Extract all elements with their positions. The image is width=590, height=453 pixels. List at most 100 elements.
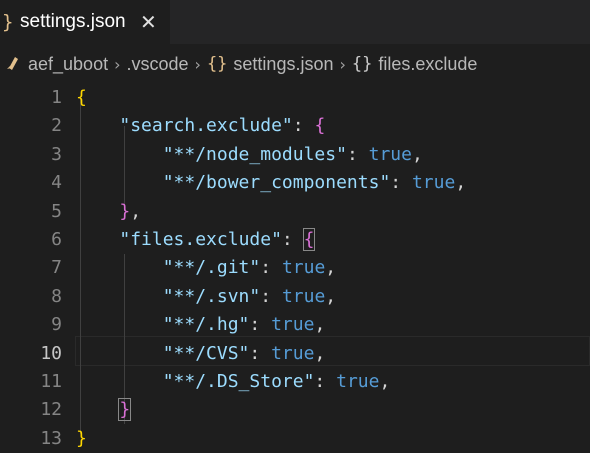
- code-token: :: [292, 115, 315, 137]
- code-token: "**/.git": [162, 257, 261, 279]
- code-text: "files.exclude": {: [76, 226, 316, 254]
- code-token: ,: [314, 314, 326, 336]
- code-token: }: [76, 427, 87, 449]
- code-token: :: [346, 143, 369, 165]
- code-token: ,: [411, 143, 423, 165]
- code-token: "files.exclude": [119, 229, 282, 250]
- line-number: 11: [40, 371, 62, 392]
- code-line[interactable]: 12 }: [0, 396, 590, 424]
- code-token: "**/node_modules": [162, 143, 347, 165]
- code-token: :: [249, 314, 272, 336]
- line-number: 2: [51, 115, 62, 137]
- code-text: {: [76, 84, 87, 112]
- code-token: ,: [325, 285, 337, 307]
- breadcrumb-subfolder[interactable]: .vscode: [126, 54, 188, 75]
- code-text: "search.exclude": {: [76, 112, 325, 140]
- code-token: ,: [455, 172, 467, 194]
- code-token: "search.exclude": [119, 115, 293, 137]
- tab-bar: } settings.json ✕: [0, 0, 590, 44]
- code-line[interactable]: 2 "search.exclude": {: [0, 112, 590, 140]
- code-line[interactable]: 1{: [0, 84, 590, 112]
- code-text: "**/.hg": true,: [76, 311, 326, 339]
- line-number: 1: [51, 87, 62, 108]
- code-token: }: [119, 200, 131, 222]
- code-text: "**/bower_components": true,: [76, 169, 466, 197]
- code-text: }: [76, 396, 132, 424]
- code-token: "**/.DS_Store": [162, 371, 315, 392]
- line-number: 3: [51, 143, 62, 165]
- code-token: :: [249, 342, 272, 364]
- code-line[interactable]: 8 "**/.svn": true,: [0, 283, 590, 311]
- code-token: true: [368, 143, 412, 165]
- line-number: 7: [51, 257, 62, 279]
- code-token: }: [118, 398, 132, 422]
- code-editor[interactable]: 1{2 "search.exclude": {3 "**/node_module…: [0, 84, 590, 449]
- line-number: 8: [51, 285, 62, 307]
- breadcrumb: aef_uboot › .vscode › {} settings.json ›…: [0, 44, 590, 84]
- code-token: ,: [130, 200, 142, 222]
- code-token: ,: [379, 371, 391, 392]
- line-number: 9: [51, 314, 62, 336]
- folder-icon: [6, 54, 22, 75]
- code-token: "**/bower_components": [162, 172, 391, 194]
- code-token: :: [390, 172, 412, 194]
- code-line[interactable]: 3 "**/node_modules": true,: [0, 141, 590, 169]
- code-token: {: [314, 115, 326, 137]
- code-text: "**/.git": true,: [76, 254, 336, 282]
- code-text: "**/node_modules": true,: [76, 141, 423, 169]
- line-number: 12: [40, 399, 62, 421]
- code-token: ,: [314, 342, 326, 364]
- code-token: "**/.hg": [162, 314, 250, 336]
- code-line[interactable]: 11 "**/.DS_Store": true,: [0, 368, 590, 396]
- line-number: 10: [40, 342, 62, 364]
- json-file-icon: {}: [206, 54, 228, 74]
- chevron-right-icon: ›: [114, 54, 121, 74]
- line-number: 4: [51, 172, 62, 194]
- code-token: :: [281, 229, 304, 250]
- code-token: true: [281, 257, 326, 279]
- code-token: true: [336, 371, 380, 392]
- tab-label: settings.json: [20, 11, 126, 32]
- breadcrumb-symbol[interactable]: files.exclude: [378, 54, 477, 75]
- json-file-icon: }: [2, 11, 14, 33]
- code-token: :: [260, 257, 282, 279]
- code-text: },: [76, 198, 141, 226]
- object-symbol-icon: {}: [351, 54, 373, 74]
- code-token: true: [271, 342, 315, 364]
- breadcrumb-file[interactable]: settings.json: [233, 54, 333, 75]
- line-number: 6: [51, 229, 62, 250]
- breadcrumb-folder[interactable]: aef_uboot: [28, 54, 108, 75]
- code-text: }: [76, 425, 87, 453]
- code-line[interactable]: 5 },: [0, 198, 590, 226]
- code-text: "**/CVS": true,: [76, 340, 326, 368]
- tab-settings-json[interactable]: } settings.json ✕: [0, 0, 170, 44]
- code-token: "**/CVS": [162, 342, 250, 364]
- code-line[interactable]: 9 "**/.hg": true,: [0, 311, 590, 339]
- chevron-right-icon: ›: [339, 54, 346, 74]
- code-token: true: [411, 172, 456, 194]
- code-line[interactable]: 7 "**/.git": true,: [0, 254, 590, 282]
- code-token: true: [281, 285, 326, 307]
- code-line[interactable]: 4 "**/bower_components": true,: [0, 169, 590, 197]
- chevron-right-icon: ›: [194, 54, 201, 74]
- code-token: true: [271, 314, 315, 336]
- code-token: :: [314, 371, 337, 392]
- code-line[interactable]: 6 "files.exclude": {: [0, 226, 590, 254]
- close-icon[interactable]: ✕: [140, 10, 157, 34]
- code-token: {: [302, 228, 316, 251]
- line-number: 13: [40, 427, 62, 449]
- line-number: 5: [51, 200, 62, 222]
- code-line[interactable]: 10 "**/CVS": true,: [0, 340, 590, 368]
- code-token: {: [76, 87, 87, 108]
- code-line[interactable]: 13}: [0, 425, 590, 453]
- code-text: "**/.DS_Store": true,: [76, 368, 391, 396]
- code-text: "**/.svn": true,: [76, 283, 336, 311]
